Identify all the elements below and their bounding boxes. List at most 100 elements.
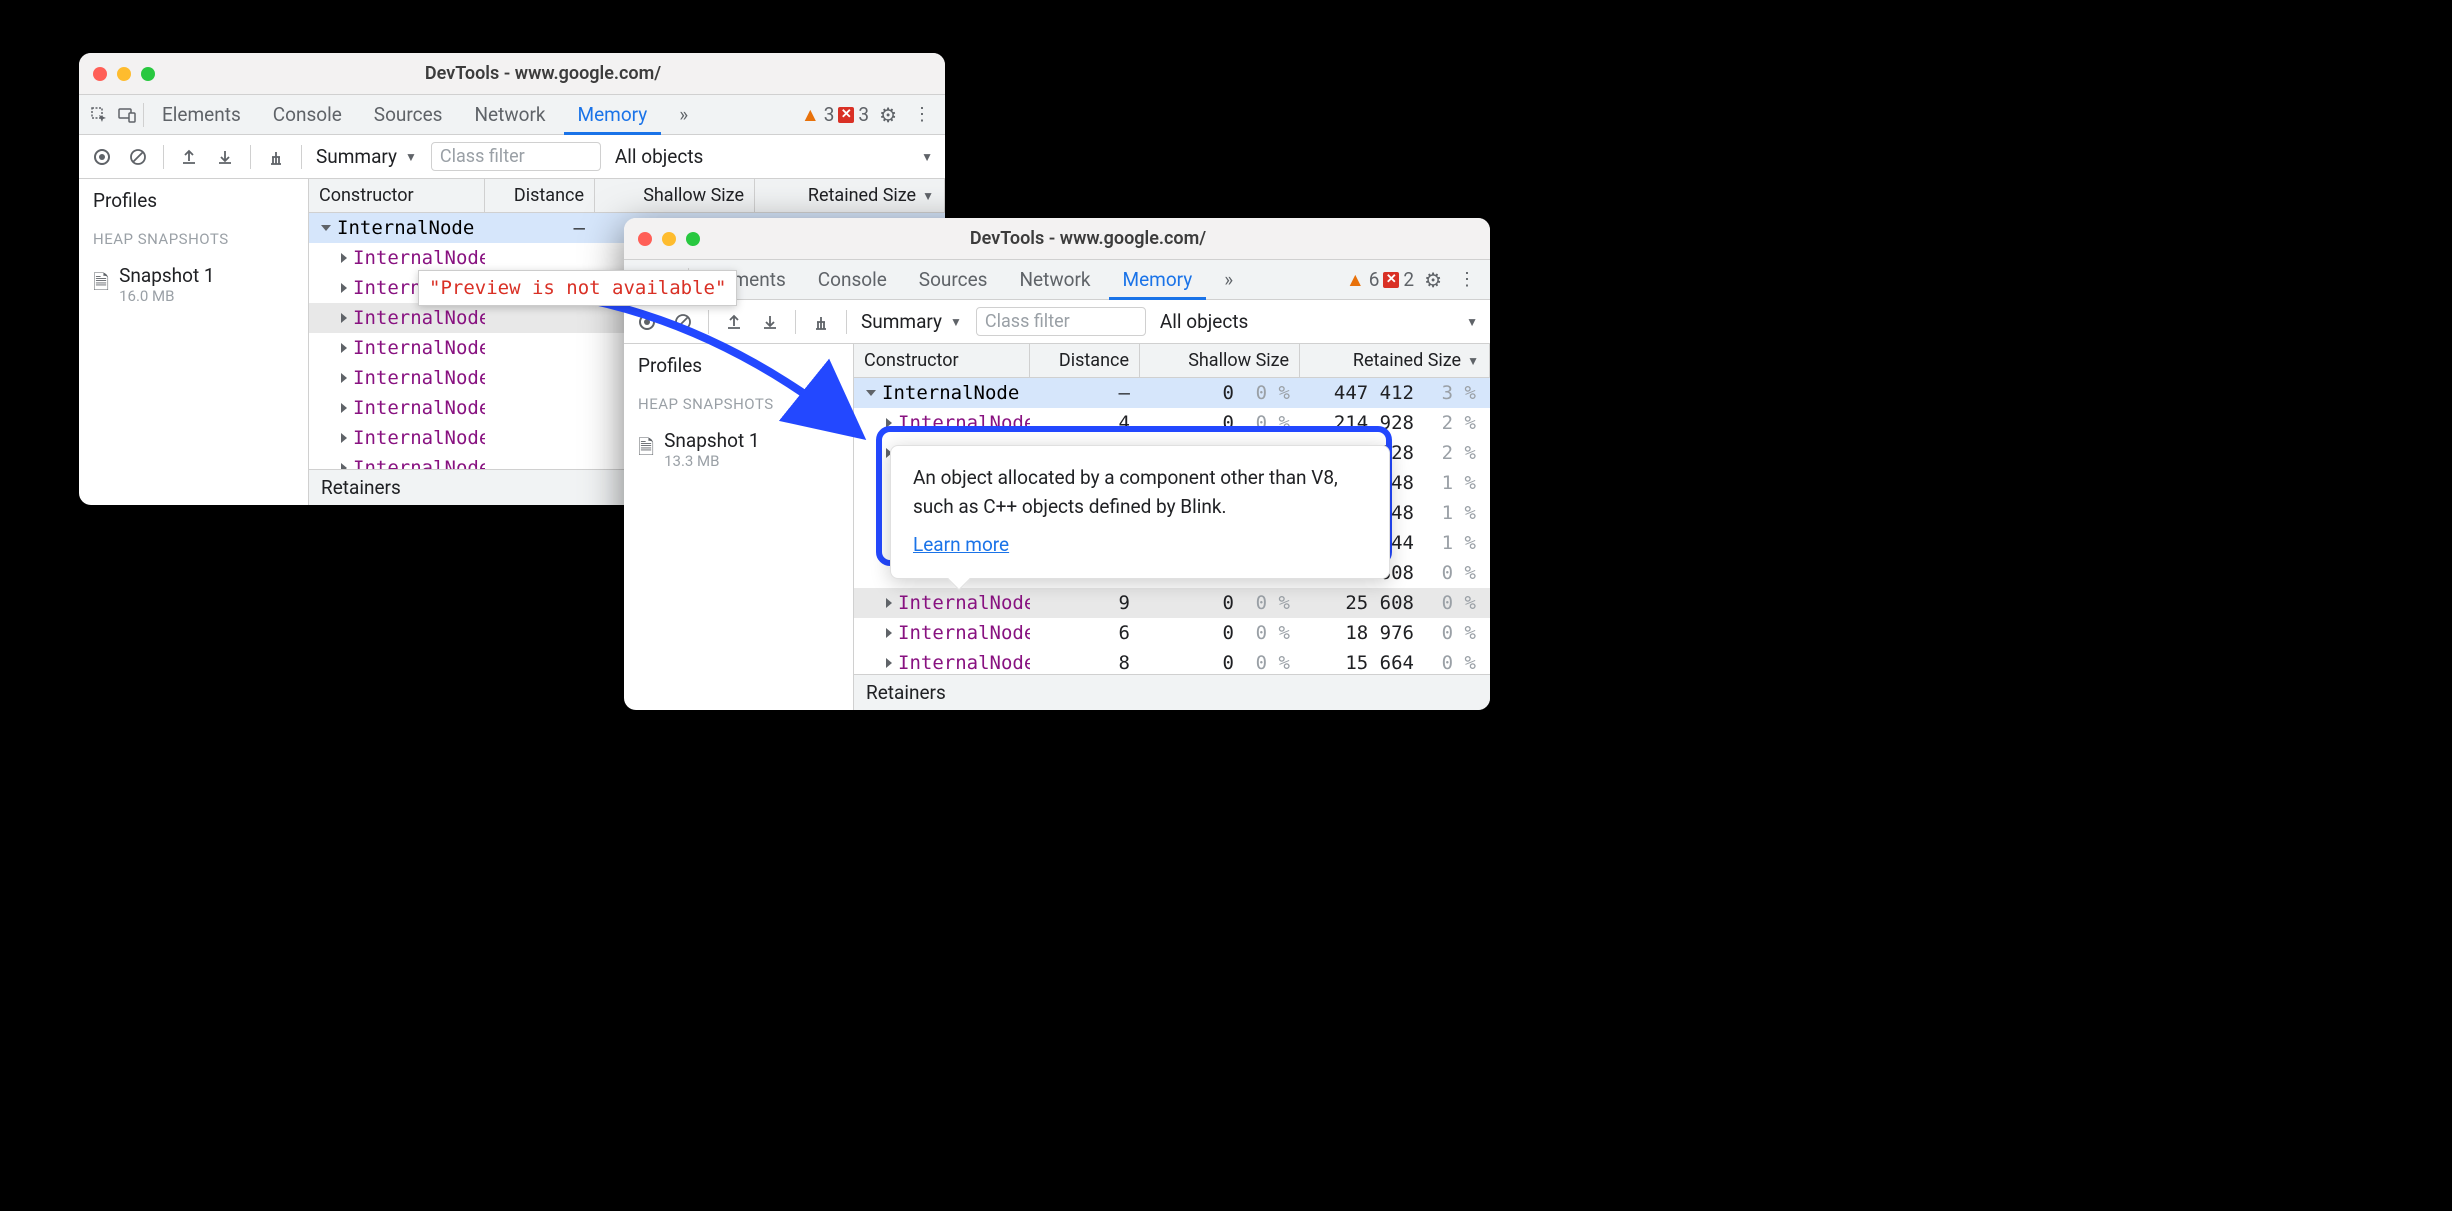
scope-select[interactable]: All objects bbox=[1160, 310, 1248, 333]
maximize-window-button[interactable] bbox=[141, 67, 155, 81]
view-select[interactable]: Summary▼ bbox=[316, 145, 417, 168]
save-icon[interactable] bbox=[214, 146, 236, 168]
expand-icon[interactable] bbox=[341, 283, 347, 293]
clear-icon[interactable] bbox=[672, 311, 694, 333]
expand-icon[interactable] bbox=[341, 313, 347, 323]
node-name: InternalNode bbox=[353, 367, 485, 389]
retainers-panel[interactable]: Retainers bbox=[854, 674, 1490, 710]
titlebar[interactable]: DevTools - www.google.com/ bbox=[79, 53, 945, 95]
tab-network[interactable]: Network bbox=[1005, 260, 1104, 299]
col-constructor[interactable]: Constructor bbox=[309, 179, 485, 212]
separator bbox=[143, 103, 144, 127]
device-toggle-icon[interactable] bbox=[115, 103, 139, 127]
node-name: InternalNode bbox=[353, 427, 485, 449]
tabs-overflow-icon[interactable]: » bbox=[665, 95, 702, 134]
shal-cell: 0 bbox=[1140, 592, 1240, 614]
clear-icon[interactable] bbox=[127, 146, 149, 168]
node-name: InternalNode bbox=[353, 397, 485, 419]
snapshot-item[interactable]: 🗎 Snapshot 1 16.0 MB bbox=[79, 256, 308, 313]
inspect-icon[interactable] bbox=[87, 103, 111, 127]
load-icon[interactable] bbox=[723, 311, 745, 333]
expand-icon[interactable] bbox=[321, 225, 331, 231]
settings-gear-icon[interactable]: ⚙ bbox=[1418, 268, 1448, 292]
shal-cell: 0 bbox=[1140, 382, 1240, 404]
col-retained[interactable]: Retained Size▼ bbox=[1300, 344, 1490, 377]
dist-cell: 9 bbox=[1030, 592, 1140, 614]
view-select[interactable]: Summary▼ bbox=[861, 310, 962, 333]
warning-count[interactable]: ▲3 bbox=[801, 103, 835, 127]
expand-icon[interactable] bbox=[886, 598, 892, 608]
garbage-collect-icon[interactable] bbox=[810, 311, 832, 333]
tab-network[interactable]: Network bbox=[460, 95, 559, 134]
more-menu-icon[interactable]: ⋮ bbox=[907, 104, 937, 125]
col-shallow[interactable]: Shallow Size bbox=[1140, 344, 1300, 377]
tab-sources[interactable]: Sources bbox=[905, 260, 1002, 299]
error-count[interactable]: ✕2 bbox=[1383, 268, 1414, 291]
minimize-window-button[interactable] bbox=[662, 232, 676, 246]
shal-cell: 0 bbox=[1140, 622, 1240, 644]
settings-gear-icon[interactable]: ⚙ bbox=[873, 103, 903, 127]
maximize-window-button[interactable] bbox=[686, 232, 700, 246]
table-row[interactable]: InternalNode @20490 ▭ 8 0 0 % 15 664 0 % bbox=[854, 648, 1490, 674]
tabs-overflow-icon[interactable]: » bbox=[1210, 260, 1247, 299]
shalp-cell: 0 % bbox=[1240, 622, 1300, 644]
tab-sources[interactable]: Sources bbox=[360, 95, 457, 134]
titlebar[interactable]: DevTools - www.google.com/ bbox=[624, 218, 1490, 260]
snapshot-size: 16.0 MB bbox=[119, 287, 215, 305]
error-count[interactable]: ✕3 bbox=[838, 103, 869, 126]
class-filter-input[interactable]: Class filter bbox=[976, 307, 1146, 336]
learn-more-link[interactable]: Learn more bbox=[913, 533, 1009, 556]
expand-icon[interactable] bbox=[866, 390, 876, 396]
garbage-collect-icon[interactable] bbox=[265, 146, 287, 168]
table-row[interactable]: InternalNode @9166 ▭ 4 0 0 % 214 928 2 % bbox=[854, 408, 1490, 438]
separator bbox=[250, 145, 251, 169]
tab-elements[interactable]: Elements bbox=[148, 95, 255, 134]
expand-icon[interactable] bbox=[886, 628, 892, 638]
expand-icon[interactable] bbox=[886, 658, 892, 668]
col-shallow[interactable]: Shallow Size bbox=[595, 179, 755, 212]
scope-select[interactable]: All objects bbox=[615, 145, 703, 168]
view-label: Summary bbox=[861, 310, 942, 333]
tab-memory[interactable]: Memory bbox=[564, 95, 662, 135]
separator bbox=[163, 145, 164, 169]
caret-down-icon[interactable]: ▼ bbox=[921, 150, 933, 164]
col-distance[interactable]: Distance bbox=[1030, 344, 1140, 377]
warning-count[interactable]: ▲6 bbox=[1346, 268, 1380, 292]
tab-memory[interactable]: Memory bbox=[1109, 260, 1207, 300]
caret-down-icon[interactable]: ▼ bbox=[1466, 315, 1478, 329]
tab-console[interactable]: Console bbox=[804, 260, 901, 299]
retp-cell: 1 % bbox=[1420, 532, 1490, 554]
expand-icon[interactable] bbox=[886, 418, 892, 428]
more-menu-icon[interactable]: ⋮ bbox=[1452, 269, 1482, 290]
col-constructor[interactable]: Constructor bbox=[854, 344, 1030, 377]
minimize-window-button[interactable] bbox=[117, 67, 131, 81]
class-filter-input[interactable]: Class filter bbox=[431, 142, 601, 171]
node-name: InternalNode bbox=[353, 337, 485, 359]
close-window-button[interactable] bbox=[93, 67, 107, 81]
retp-cell: 0 % bbox=[1420, 622, 1490, 644]
snapshot-item[interactable]: 🗎 Snapshot 1 13.3 MB bbox=[624, 421, 853, 478]
expand-icon[interactable] bbox=[341, 373, 347, 383]
snapshot-file-icon: 🗎 bbox=[93, 268, 109, 302]
expand-icon[interactable] bbox=[341, 343, 347, 353]
heap-snapshots-header: HEAP SNAPSHOTS bbox=[79, 222, 308, 256]
table-row[interactable]: InternalNode @844 ▭ 6 0 0 % 18 976 0 % bbox=[854, 618, 1490, 648]
ret-cell: 18 976 bbox=[1300, 622, 1420, 644]
expand-icon[interactable] bbox=[341, 253, 347, 263]
col-retained[interactable]: Retained Size▼ bbox=[755, 179, 945, 212]
table-row[interactable]: InternalNode @20656 ▭ 9 0 0 % 25 608 0 % bbox=[854, 588, 1490, 618]
expand-icon[interactable] bbox=[341, 403, 347, 413]
tab-console[interactable]: Console bbox=[259, 95, 356, 134]
load-icon[interactable] bbox=[178, 146, 200, 168]
record-icon[interactable] bbox=[91, 146, 113, 168]
record-icon[interactable] bbox=[636, 311, 658, 333]
dist-cell: 6 bbox=[1030, 622, 1140, 644]
close-window-button[interactable] bbox=[638, 232, 652, 246]
tooltip-text: An object allocated by a component other… bbox=[913, 464, 1367, 521]
expand-icon[interactable] bbox=[341, 433, 347, 443]
parent-row[interactable]: InternalNode ×5010 – 0 0 % 447 412 3 % bbox=[854, 378, 1490, 408]
save-icon[interactable] bbox=[759, 311, 781, 333]
col-distance[interactable]: Distance bbox=[485, 179, 595, 212]
err-num: 3 bbox=[858, 103, 869, 126]
node-name: InternalNode bbox=[898, 652, 1030, 674]
